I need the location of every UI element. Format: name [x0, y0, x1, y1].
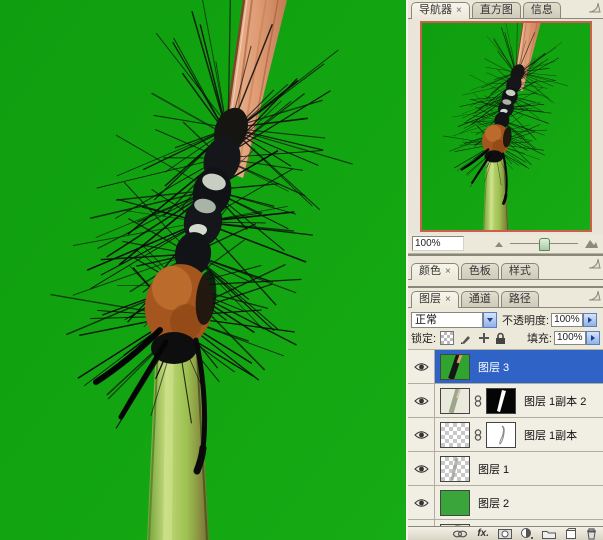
layer-row[interactable]: 图层 2 [408, 486, 603, 520]
layer-thumbnail[interactable] [440, 388, 470, 414]
navigator-zoombar: 100% [408, 234, 603, 254]
layers-tabstrip: 图层× 通道 路径 [408, 288, 603, 308]
zoom-in-icon[interactable] [584, 237, 599, 250]
color-tabstrip: 颜色× 色板 样式 [408, 256, 603, 280]
opacity-arrow-button[interactable] [583, 313, 597, 327]
navigator-tabstrip: 导航器× 直方图 信息 [408, 0, 603, 19]
tab-color[interactable]: 颜色× [411, 263, 459, 280]
layer-name[interactable]: 图层 1 [478, 461, 509, 477]
zoom-slider[interactable] [510, 237, 578, 250]
tab-paths[interactable]: 路径 [501, 291, 539, 307]
visibility-toggle[interactable] [408, 418, 435, 451]
eye-icon [414, 396, 429, 406]
tab-navigator[interactable]: 导航器× [411, 2, 470, 19]
lock-transparency-icon[interactable] [440, 331, 454, 345]
layer-name[interactable]: 图层 1副本 [524, 427, 577, 443]
layer-row[interactable]: 图层 1副本 [408, 418, 603, 452]
photoshop-window: 导航器× 直方图 信息 100% 颜色× 色板 [0, 0, 603, 540]
new-group-folder-icon[interactable] [542, 529, 556, 539]
tab-layers[interactable]: 图层× [411, 291, 459, 308]
layer-thumbnail[interactable] [440, 456, 470, 482]
eye-icon [414, 498, 429, 508]
layer-row[interactable]: 图层 1 [408, 452, 603, 486]
vector-mask-thumbnail[interactable] [486, 422, 516, 448]
layer-list: 图层 3 图层 1副本 2 [408, 350, 603, 526]
layer-name[interactable]: 图层 3 [478, 359, 509, 375]
slider-thumb[interactable] [539, 238, 550, 251]
chevron-down-icon [487, 318, 493, 322]
lock-position-move-icon[interactable] [477, 332, 490, 345]
link-mask-icon[interactable] [473, 395, 483, 407]
chevron-right-icon [588, 317, 592, 323]
close-icon[interactable]: × [445, 294, 451, 305]
blend-mode-row: 正常 不透明度: 100% [408, 308, 603, 329]
tab-info[interactable]: 信息 [523, 2, 561, 18]
tab-styles[interactable]: 样式 [501, 263, 539, 279]
dropdown-arrow-button[interactable] [483, 312, 497, 328]
panel-curl-icon [588, 258, 601, 269]
fill-arrow-button[interactable] [586, 331, 600, 345]
layer-thumbnail[interactable] [440, 490, 470, 516]
navigator-thumbnail [422, 23, 590, 230]
layers-footer: fx. [408, 526, 603, 540]
navigator-proxy-view[interactable] [420, 21, 592, 232]
eye-icon [414, 362, 429, 372]
layer-name[interactable]: 图层 2 [478, 495, 509, 511]
delete-layer-trash-icon[interactable] [586, 528, 597, 540]
layer-mask-thumbnail[interactable] [486, 388, 516, 414]
visibility-toggle[interactable] [408, 350, 435, 383]
visibility-toggle[interactable] [408, 384, 435, 417]
eye-icon [414, 430, 429, 440]
zoom-percent-field[interactable]: 100% [412, 236, 464, 251]
layer-row[interactable]: 图层 3 [408, 350, 603, 384]
tab-histogram[interactable]: 直方图 [472, 2, 521, 18]
zoom-out-icon[interactable] [494, 239, 504, 249]
fill-label: 填充: [527, 330, 552, 346]
eye-icon [414, 464, 429, 474]
document-canvas[interactable] [0, 0, 406, 540]
add-layer-mask-icon[interactable] [498, 529, 512, 539]
fill-field[interactable]: 100% [554, 331, 586, 345]
opacity-field[interactable]: 100% [551, 313, 583, 327]
caterpillar-image [0, 0, 406, 540]
layer-style-icon[interactable]: fx. [477, 529, 489, 539]
link-layers-icon[interactable] [452, 530, 468, 538]
tab-channels[interactable]: 通道 [461, 291, 499, 307]
layer-thumbnail[interactable] [440, 354, 470, 380]
panel-curl-icon [588, 290, 601, 301]
layer-thumbnail[interactable] [440, 422, 470, 448]
lock-row: 锁定: 填充: 100% [408, 329, 603, 350]
chevron-right-icon [591, 335, 595, 341]
adjustment-layer-icon[interactable] [521, 528, 533, 539]
lock-label: 锁定: [411, 330, 436, 346]
blend-mode-select[interactable]: 正常 [411, 312, 497, 328]
layer-name[interactable]: 图层 1副本 2 [524, 393, 586, 409]
blend-mode-value[interactable]: 正常 [411, 312, 483, 328]
opacity-label: 不透明度: [502, 312, 549, 328]
close-icon[interactable]: × [445, 266, 451, 277]
close-icon[interactable]: × [456, 5, 462, 16]
lock-image-brush-icon[interactable] [459, 332, 472, 345]
layer-row[interactable]: 图层 1副本 2 [408, 384, 603, 418]
visibility-toggle[interactable] [408, 452, 435, 485]
lock-all-icon[interactable] [495, 332, 506, 345]
tab-swatches[interactable]: 色板 [461, 263, 499, 279]
visibility-toggle[interactable] [408, 486, 435, 519]
link-mask-icon[interactable] [473, 429, 483, 441]
panel-dock: 导航器× 直方图 信息 100% 颜色× 色板 [406, 0, 603, 540]
navigator-panel [408, 19, 603, 234]
new-layer-icon[interactable] [565, 528, 577, 539]
panel-curl-icon [588, 2, 601, 13]
